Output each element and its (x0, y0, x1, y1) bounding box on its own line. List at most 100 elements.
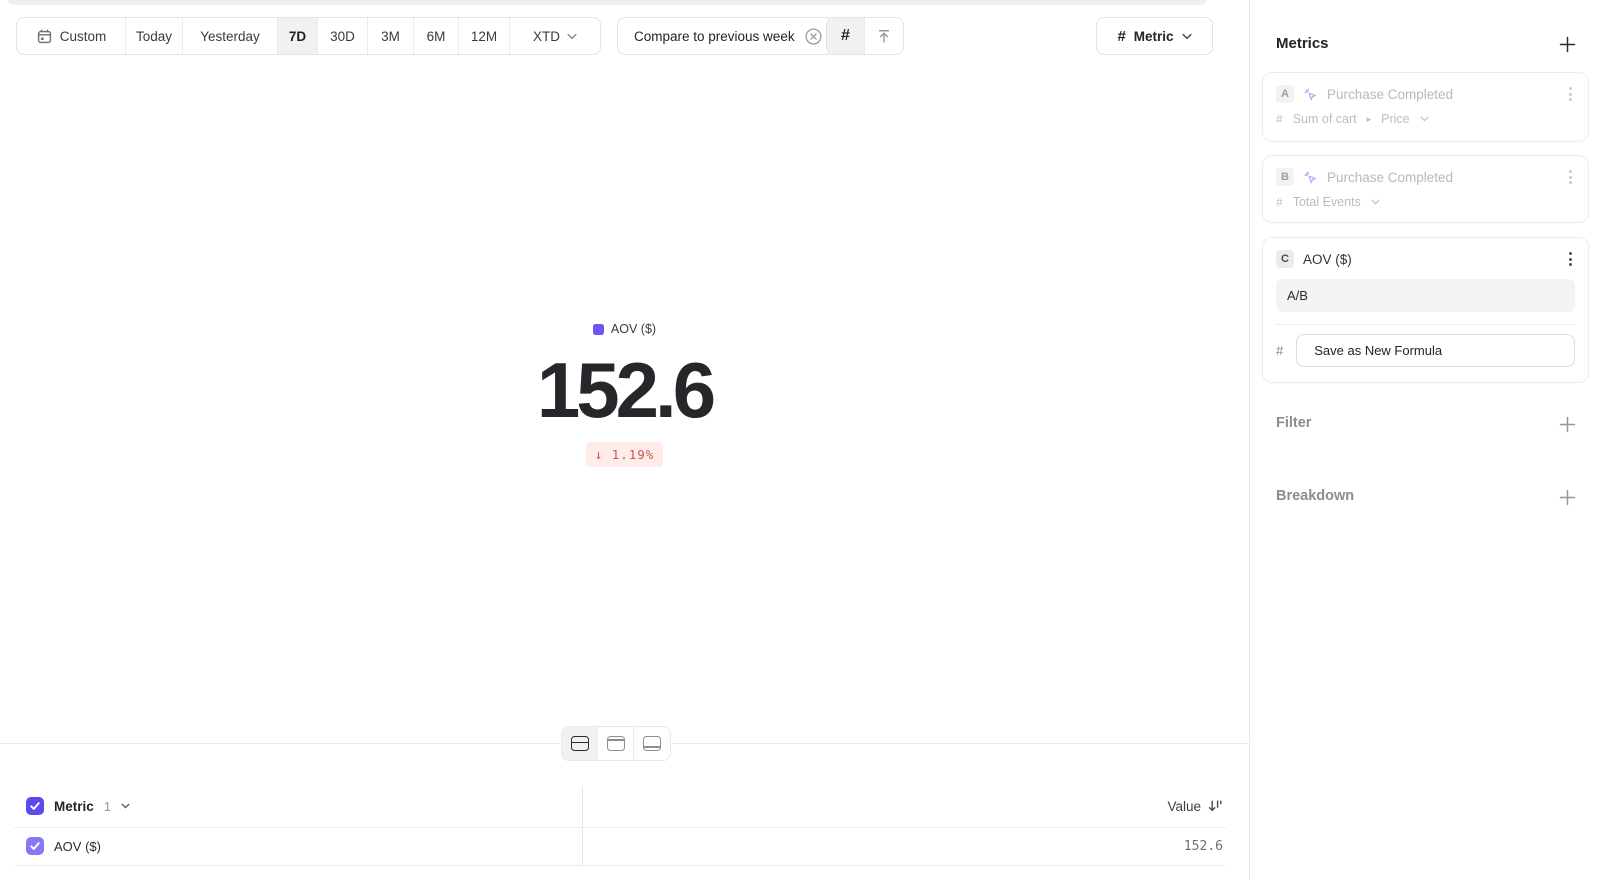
time-range-label: XTD (533, 29, 560, 44)
metric-dropdown-button[interactable]: # Metric (1096, 17, 1213, 55)
event-pointer-icon (1303, 170, 1318, 185)
filter-section-title: Filter (1276, 415, 1311, 431)
time-range-label: 30D (330, 29, 355, 44)
time-range-6m[interactable]: 6M (414, 18, 459, 54)
insights-report-page: Custom Today Yesterday 7D 30D 3M 6M 12M … (0, 0, 1600, 880)
metric-options-menu[interactable] (1566, 167, 1575, 187)
time-range-label: 3M (381, 29, 400, 44)
table-column-divider (582, 786, 583, 865)
time-range-12m[interactable]: 12M (459, 18, 510, 54)
sort-descending-icon (1208, 799, 1223, 813)
aggregation-property: Price (1381, 112, 1409, 126)
metric-options-menu[interactable] (1566, 84, 1575, 104)
row-metric-name: AOV ($) (54, 839, 101, 854)
metric-event-name: Purchase Completed (1327, 87, 1453, 102)
chevron-down-icon (1420, 116, 1429, 122)
aggregation-label: Sum of cart (1293, 112, 1357, 126)
split-pane-icon (571, 736, 589, 751)
arrow-down-icon: ↓ (595, 447, 604, 462)
row-value: 152.6 (1184, 827, 1223, 865)
legend-swatch (593, 324, 604, 335)
time-range-label: Yesterday (200, 29, 260, 44)
formula-input[interactable] (1276, 279, 1575, 312)
table-header-border (14, 827, 1226, 828)
add-breakdown-button[interactable] (1556, 486, 1578, 508)
metric-aggregation-dropdown[interactable]: # Total Events (1276, 195, 1575, 209)
hash-icon: # (1276, 195, 1283, 209)
metric-aggregation-dropdown[interactable]: # Sum of cart ▸ Price (1276, 112, 1575, 126)
number-view-option[interactable]: # (827, 18, 865, 54)
time-range-label: Today (136, 29, 172, 44)
formula-metric-name: AOV ($) (1303, 252, 1352, 267)
time-range-30d[interactable]: 30D (318, 18, 368, 54)
metric-letter-badge: C (1276, 250, 1294, 268)
calendar-icon (36, 28, 53, 45)
metric-card-c-formula[interactable]: C AOV ($) # Save as New Formula (1262, 237, 1589, 383)
legend: AOV ($) (593, 322, 656, 336)
metric-letter-badge: B (1276, 168, 1294, 186)
metric-options-menu[interactable] (1566, 249, 1575, 269)
time-range-label: 7D (289, 29, 306, 44)
value-column-label: Value (1167, 799, 1201, 814)
table-only-view-option[interactable] (634, 727, 670, 760)
time-range-label: Custom (60, 29, 107, 44)
time-range-3m[interactable]: 3M (368, 18, 414, 54)
aggregation-label: Total Events (1293, 195, 1361, 209)
card-divider (1275, 324, 1576, 325)
table-row-border (14, 865, 1226, 866)
hash-icon: # (1276, 343, 1283, 358)
remove-compare-icon[interactable] (804, 27, 823, 46)
split-view-option[interactable] (562, 727, 598, 760)
arrow-up-view-option[interactable] (865, 18, 903, 54)
table-row: AOV ($) (26, 827, 101, 865)
chevron-down-icon (1182, 33, 1192, 40)
hash-icon: # (841, 27, 850, 45)
hash-icon: # (1117, 28, 1125, 45)
chevron-down-icon[interactable] (121, 803, 130, 809)
compare-chip[interactable]: Compare to previous week (617, 17, 835, 55)
breadcrumb-arrow-icon: ▸ (1367, 114, 1372, 125)
top-card-edge (8, 0, 1206, 5)
metrics-section-title: Metrics (1276, 35, 1329, 52)
time-range-xtd[interactable]: XTD (510, 18, 600, 54)
metric-value: 152.6 (537, 344, 712, 436)
add-filter-button[interactable] (1556, 413, 1578, 435)
metric-summary: AOV ($) 152.6 ↓ 1.19% (0, 322, 1249, 467)
chevron-down-icon (1371, 199, 1380, 205)
row-checkbox[interactable] (26, 837, 44, 855)
pane-layout-toggle (561, 726, 671, 761)
metric-card-b[interactable]: B Purchase Completed # Total Events (1262, 155, 1589, 223)
time-range-control: Custom Today Yesterday 7D 30D 3M 6M 12M … (16, 17, 601, 55)
time-range-custom[interactable]: Custom (17, 18, 126, 54)
metric-card-a[interactable]: A Purchase Completed # Sum of cart ▸ Pri… (1262, 72, 1589, 142)
metric-event-name: Purchase Completed (1327, 170, 1453, 185)
value-column-header[interactable]: Value (1167, 785, 1223, 827)
breakdown-section-title: Breakdown (1276, 488, 1354, 504)
visualization-toggle: # (826, 17, 904, 55)
save-as-new-formula-button[interactable]: Save as New Formula (1296, 334, 1575, 367)
time-range-today[interactable]: Today (126, 18, 183, 54)
time-range-label: 12M (471, 29, 497, 44)
event-pointer-icon (1303, 87, 1318, 102)
add-metric-button[interactable] (1556, 33, 1578, 55)
arrow-up-to-line-icon (876, 28, 892, 44)
hash-icon: # (1276, 112, 1283, 126)
query-builder-sidebar: Metrics A Purchase Completed # Sum (1249, 0, 1600, 880)
time-range-label: 6M (427, 29, 446, 44)
metric-letter-badge: A (1276, 85, 1294, 103)
table-header-metric: Metric 1 (26, 785, 130, 827)
time-range-yesterday[interactable]: Yesterday (183, 18, 278, 54)
bottom-pane-icon (643, 736, 661, 751)
change-badge: ↓ 1.19% (586, 442, 664, 467)
compare-chip-label: Compare to previous week (634, 29, 795, 44)
chevron-down-icon (567, 33, 577, 40)
metric-button-label: Metric (1134, 29, 1174, 44)
select-all-checkbox[interactable] (26, 797, 44, 815)
change-percent: 1.19% (612, 447, 655, 462)
metric-column-label: Metric (54, 799, 94, 814)
time-range-7d[interactable]: 7D (278, 18, 318, 54)
top-pane-icon (607, 736, 625, 751)
legend-label: AOV ($) (611, 322, 656, 336)
chart-only-view-option[interactable] (598, 727, 634, 760)
metric-count: 1 (104, 799, 111, 814)
